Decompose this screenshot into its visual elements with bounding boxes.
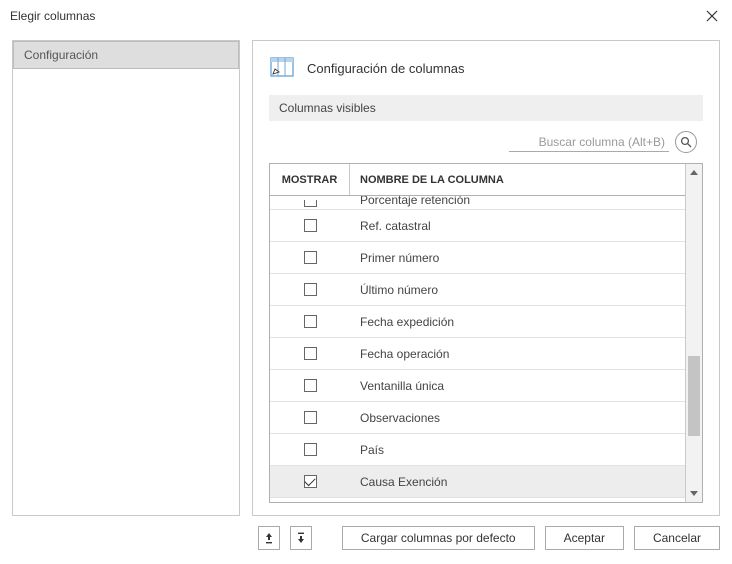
sidebar-item-label: Configuración: [24, 48, 98, 62]
cell-column-name: Porcentaje retención: [350, 196, 685, 207]
cell-show: [270, 315, 350, 328]
close-button[interactable]: [702, 6, 722, 26]
columns-icon: [269, 55, 295, 81]
cell-show: [270, 443, 350, 456]
arrow-up-icon: [265, 532, 273, 544]
close-icon: [706, 10, 718, 22]
cell-column-name: País: [350, 443, 685, 457]
footer: Cargar columnas por defecto Aceptar Canc…: [0, 520, 732, 556]
search-icon: [680, 136, 692, 148]
move-down-button[interactable]: [290, 526, 312, 550]
show-checkbox[interactable]: [304, 251, 317, 264]
table-row[interactable]: Ventanilla única: [270, 370, 685, 402]
table-row[interactable]: Fecha operación: [270, 338, 685, 370]
cell-show: [270, 379, 350, 392]
table-row[interactable]: Primer número: [270, 242, 685, 274]
titlebar: Elegir columnas: [0, 0, 732, 32]
cell-column-name: Ref. catastral: [350, 219, 685, 233]
scrollbar-vertical[interactable]: [685, 164, 702, 502]
arrow-down-icon: [297, 532, 305, 544]
visible-columns-label: Columnas visibles: [269, 95, 703, 121]
show-checkbox[interactable]: [304, 347, 317, 360]
cell-column-name: Fecha operación: [350, 347, 685, 361]
cell-show: [270, 347, 350, 360]
scroll-up-arrow[interactable]: [686, 164, 702, 181]
show-checkbox[interactable]: [304, 411, 317, 424]
sidebar-item-configuracion[interactable]: Configuración: [13, 41, 239, 69]
show-checkbox[interactable]: [304, 443, 317, 456]
show-checkbox[interactable]: [304, 379, 317, 392]
cell-show: [270, 475, 350, 488]
table-row[interactable]: País: [270, 434, 685, 466]
cell-show: [270, 283, 350, 296]
table-row[interactable]: Causa Exención: [270, 466, 685, 498]
column-header-name[interactable]: NOMBRE DE LA COLUMNA: [350, 164, 685, 195]
cell-show: [270, 219, 350, 232]
main-panel: Configuración de columnas Columnas visib…: [252, 40, 720, 516]
search-input[interactable]: [509, 133, 669, 152]
show-checkbox[interactable]: [304, 475, 317, 488]
column-header-show[interactable]: MOSTRAR: [270, 164, 350, 195]
move-up-button[interactable]: [258, 526, 280, 550]
table-header: MOSTRAR NOMBRE DE LA COLUMNA: [270, 164, 685, 196]
show-checkbox[interactable]: [304, 219, 317, 232]
table-row[interactable]: Último número: [270, 274, 685, 306]
cell-column-name: Observaciones: [350, 411, 685, 425]
cell-show: [270, 251, 350, 264]
cell-show: [270, 411, 350, 424]
cell-column-name: Ventanilla única: [350, 379, 685, 393]
panel-title: Configuración de columnas: [307, 61, 465, 76]
cell-column-name: Último número: [350, 283, 685, 297]
chevron-down-icon: [690, 491, 698, 496]
window-title: Elegir columnas: [10, 9, 95, 23]
show-checkbox[interactable]: [304, 315, 317, 328]
search-button[interactable]: [675, 131, 697, 153]
columns-table: MOSTRAR NOMBRE DE LA COLUMNA Porcentaje …: [269, 163, 703, 503]
cell-column-name: Primer número: [350, 251, 685, 265]
cancel-button[interactable]: Cancelar: [634, 526, 720, 550]
chevron-up-icon: [690, 170, 698, 175]
scroll-thumb[interactable]: [688, 356, 700, 436]
show-checkbox[interactable]: [304, 283, 317, 296]
table-row[interactable]: Porcentaje retención: [270, 196, 685, 210]
cell-column-name: Fecha expedición: [350, 315, 685, 329]
cell-column-name: Causa Exención: [350, 475, 685, 489]
load-defaults-button[interactable]: Cargar columnas por defecto: [342, 526, 535, 550]
show-checkbox[interactable]: [304, 200, 317, 207]
scroll-down-arrow[interactable]: [686, 485, 702, 502]
accept-button[interactable]: Aceptar: [545, 526, 624, 550]
table-row[interactable]: Fecha expedición: [270, 306, 685, 338]
sidebar: Configuración: [12, 40, 240, 516]
table-row[interactable]: Ref. catastral: [270, 210, 685, 242]
cell-show: [270, 200, 350, 207]
table-row[interactable]: Observaciones: [270, 402, 685, 434]
